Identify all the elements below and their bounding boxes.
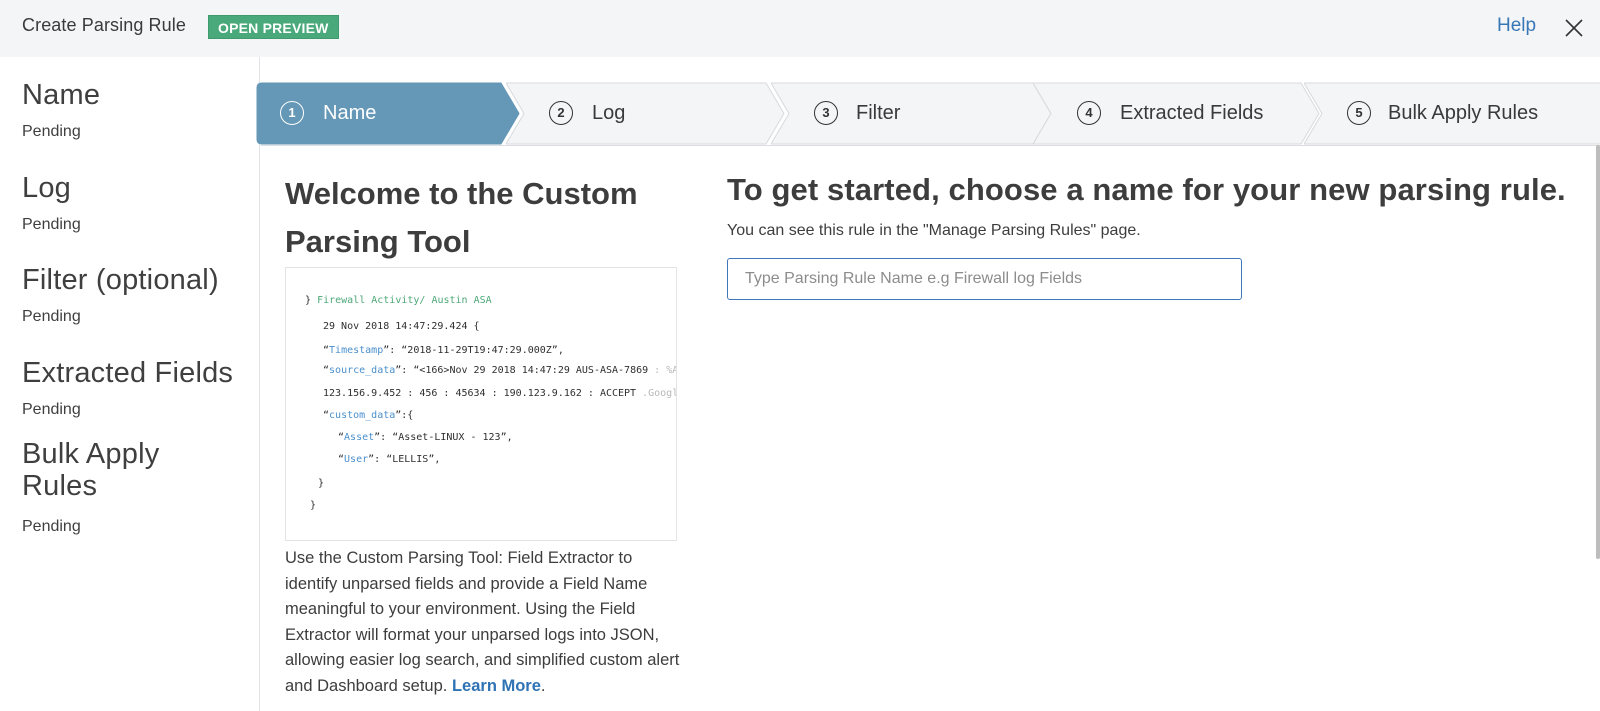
sidebar-step-title: Name — [22, 79, 101, 111]
dialog-header: Create Parsing Rule OPEN PREVIEW Help — [0, 0, 1600, 57]
tool-description: Use the Custom Parsing Tool: Field Extra… — [285, 546, 685, 700]
code-line: “source_data”: “<166>Nov 29 2018 14:47:2… — [323, 365, 676, 376]
sidebar-step-name: Name Pending — [22, 79, 100, 141]
sidebar-step-bulk-apply: Bulk Apply Rules Pending — [22, 438, 192, 536]
code-value: “Asset-LINUX - 123”, — [392, 432, 513, 443]
code-line: “custom_data”:{ — [323, 410, 414, 421]
code-line: } Firewall Activity/ Austin ASA — [305, 295, 492, 306]
code-text: Firewall Activity/ Austin ASA — [317, 295, 492, 306]
open-preview-badge[interactable]: OPEN PREVIEW — [208, 15, 339, 39]
sidebar-step-filter: Filter (optional) Pending — [22, 264, 219, 326]
sidebar-step-title: Bulk Apply Rules — [22, 438, 160, 502]
code-text: } — [310, 500, 317, 511]
code-value-faded: : %ASA — [654, 365, 676, 376]
step-number: 2 — [549, 101, 573, 125]
tab-step-filter[interactable]: 3 Filter — [771, 82, 1053, 145]
dialog-title: Create Parsing Rule — [22, 15, 186, 35]
step-number: 5 — [1347, 101, 1371, 125]
code-key: User — [344, 454, 369, 465]
code-value-faded: .Google — [642, 388, 676, 399]
code-value: 123.156.9.452 : 456 : 45634 : 190.123.9.… — [323, 388, 637, 399]
tab-step-log[interactable]: 2 Log — [506, 82, 786, 145]
prompt-title: To get started, choose a name for your n… — [727, 172, 1566, 207]
code-value: “<166>Nov 29 2018 14:47:29 AUS-ASA-7869 — [413, 365, 649, 376]
sidebar-step-status: Pending — [22, 518, 81, 535]
code-line: “User”: “LELLIS”, — [338, 454, 441, 465]
code-text: 29 Nov 2018 14:47:29.424 { — [323, 321, 480, 332]
vertical-scrollbar[interactable] — [1596, 145, 1600, 559]
sidebar-step-status: Pending — [22, 216, 81, 233]
sidebar-step-status: Pending — [22, 308, 81, 325]
description-period: . — [540, 676, 546, 695]
step-label: Filter — [856, 102, 901, 124]
sidebar-step-extracted-fields: Extracted Fields Pending — [22, 357, 233, 419]
step-summary-sidebar: Name Pending Log Pending Filter (optiona… — [0, 57, 260, 711]
sidebar-step-title: Extracted Fields — [22, 357, 234, 389]
step-label: Log — [592, 102, 626, 124]
tab-step-name[interactable]: 1 Name — [256, 82, 521, 145]
code-line: } — [310, 500, 316, 511]
tab-step-extracted-fields[interactable]: 4 Extracted Fields — [1033, 82, 1321, 145]
code-line: “Timestamp”: “2018-11-29T19:47:29.000Z”, — [323, 345, 564, 356]
step-number: 3 — [814, 101, 838, 125]
help-link[interactable]: Help — [1497, 15, 1536, 37]
code-line: 123.156.9.452 : 456 : 45634 : 190.123.9.… — [323, 388, 676, 399]
code-key: source_data — [329, 365, 396, 376]
close-button[interactable] — [1563, 17, 1585, 39]
sidebar-step-log: Log Pending — [22, 172, 81, 234]
code-value: “LELLIS”, — [386, 454, 441, 465]
step-label: Bulk Apply Rules — [1388, 102, 1539, 124]
sidebar-step-title: Filter (optional) — [22, 264, 219, 296]
code-key: Asset — [344, 432, 375, 443]
learn-more-link[interactable]: Learn More — [452, 677, 541, 695]
close-icon — [1565, 19, 1583, 37]
code-line: 29 Nov 2018 14:47:29.424 { — [323, 321, 480, 332]
step-number: 4 — [1077, 101, 1101, 125]
code-text: } — [305, 295, 312, 306]
step-label: Name — [323, 102, 377, 124]
code-value: “2018-11-29T19:47:29.000Z”, — [401, 345, 564, 356]
code-key: Timestamp — [329, 345, 384, 356]
prompt-subtitle: You can see this rule in the "Manage Par… — [727, 222, 1141, 239]
log-preview-image: } Firewall Activity/ Austin ASA 29 Nov 2… — [285, 267, 677, 541]
sidebar-step-title: Log — [22, 172, 71, 204]
code-text: ”:{ — [395, 410, 414, 421]
welcome-title: Welcome to the Custom Parsing Tool — [285, 176, 638, 259]
sidebar-step-status: Pending — [22, 401, 81, 418]
code-key: custom_data — [329, 410, 396, 421]
code-line: } — [318, 478, 324, 489]
step-label: Extracted Fields — [1120, 102, 1264, 124]
step-content-panel: Welcome to the Custom Parsing Tool } Fir… — [261, 145, 1600, 711]
tab-step-bulk-apply-rules[interactable]: 5 Bulk Apply Rules — [1304, 82, 1600, 145]
wizard-stepper: 1 Name 2 Log 3 Filter 4 Extracted Fields… — [256, 82, 1600, 145]
description-text: Use the Custom Parsing Tool: Field Extra… — [285, 549, 680, 695]
step-arrow-shape — [506, 82, 785, 145]
step-number: 1 — [280, 101, 304, 125]
sidebar-step-status: Pending — [22, 123, 81, 140]
code-text: } — [318, 478, 325, 489]
parsing-rule-name-input[interactable] — [727, 258, 1242, 300]
code-line: “Asset”: “Asset-LINUX - 123”, — [338, 432, 513, 443]
